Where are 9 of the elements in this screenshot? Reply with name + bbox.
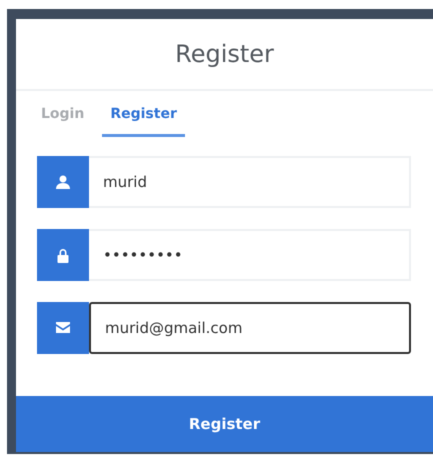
mail-icon (56, 320, 70, 336)
username-field[interactable]: murid (89, 156, 411, 208)
user-icon (56, 174, 70, 190)
lock-icon (56, 248, 70, 262)
password-field[interactable]: ••••••••• (89, 229, 411, 281)
page-title: Register (16, 19, 433, 91)
tab[interactable]: Register (102, 98, 185, 137)
email-field[interactable]: murid@gmail.com (89, 302, 411, 354)
register-button[interactable]: Register (16, 396, 433, 452)
